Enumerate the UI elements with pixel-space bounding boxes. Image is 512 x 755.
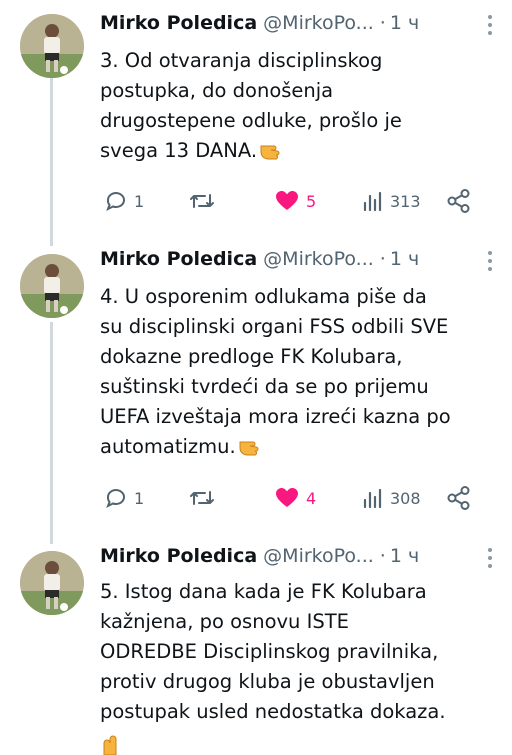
author-name[interactable]: Mirko Poledica bbox=[100, 545, 257, 567]
views-button[interactable]: 313 bbox=[362, 186, 421, 216]
thread-feed: Mirko Poledica @MirkoPo... · 1 ч 3. Od otva… bbox=[0, 0, 512, 755]
reply-button[interactable]: 1 bbox=[104, 186, 144, 216]
separator-dot: · bbox=[379, 545, 386, 567]
author-handle[interactable]: @MirkoPo... bbox=[263, 248, 374, 270]
more-icon[interactable] bbox=[482, 12, 498, 38]
share-icon bbox=[447, 486, 470, 510]
tweet-text-line: 4. U osporenim odlukama piše da bbox=[100, 285, 427, 308]
reply-count: 1 bbox=[134, 191, 145, 211]
share-button[interactable] bbox=[446, 483, 472, 513]
tweet-text-line: postupak usled nedostatka dokaza. bbox=[100, 700, 446, 723]
tweet-text-line: postupka, do donošenja bbox=[100, 79, 334, 102]
tweet-text-line: 5. Istog dana kada je FK Kolubara bbox=[100, 580, 427, 603]
share-icon bbox=[447, 189, 470, 213]
pointing-hand-emoji bbox=[103, 735, 117, 755]
views-icon bbox=[363, 488, 382, 509]
avatar[interactable] bbox=[20, 254, 84, 318]
reply-button[interactable]: 1 bbox=[104, 483, 144, 513]
tweet-text-line: ODREDBE Disciplinskog pravilnika, bbox=[100, 640, 439, 663]
action-bar: 1 5 313 bbox=[100, 186, 500, 216]
tweet-text: 4. U osporenim odlukama piše da su disci… bbox=[100, 282, 500, 462]
tweet-text-line: drugostepene odluke, prošlo je bbox=[100, 109, 402, 132]
retweet-icon bbox=[190, 194, 214, 208]
author-name[interactable]: Mirko Poledica bbox=[100, 248, 257, 270]
tweet[interactable]: Mirko Poledica @MirkoPo... · 1 ч 3. Od otva… bbox=[0, 6, 512, 236]
tweet-text-line: suštinski tvrdeći da se po prijemu bbox=[100, 375, 429, 398]
tweet-text-line: 3. Od otvaranja disciplinskog bbox=[100, 49, 383, 72]
share-button[interactable] bbox=[446, 186, 472, 216]
views-icon bbox=[363, 191, 382, 212]
like-button[interactable]: 5 bbox=[274, 186, 316, 216]
author-handle[interactable]: @MirkoPo... bbox=[263, 12, 374, 34]
more-icon[interactable] bbox=[482, 248, 498, 274]
more-icon[interactable] bbox=[482, 545, 498, 571]
tweet-text-line: kažnjena, po osnovu ISTE bbox=[100, 610, 349, 633]
views-count: 313 bbox=[390, 191, 421, 211]
tweet-text-line: svega 13 DANA. bbox=[100, 136, 500, 166]
retweet-button[interactable] bbox=[188, 186, 222, 216]
tweet-text-segment: svega 13 DANA. bbox=[100, 139, 258, 162]
like-count: 5 bbox=[306, 191, 317, 211]
tweet-header: Mirko Poledica @MirkoPo... · 1 ч bbox=[100, 248, 498, 278]
tweet-text: 5. Istog dana kada je FK Kolubara kažnje… bbox=[100, 577, 500, 727]
tweet-header: Mirko Poledica @MirkoPo... · 1 ч bbox=[100, 12, 498, 42]
tweet-header: Mirko Poledica @MirkoPo... · 1 ч bbox=[100, 545, 498, 575]
tweet[interactable]: Mirko Poledica @MirkoPo... · 1 ч 4. U ospor… bbox=[0, 248, 512, 528]
pointing-hand-emoji bbox=[260, 145, 280, 160]
timestamp[interactable]: 1 ч bbox=[390, 248, 419, 270]
tweet-text: 3. Od otvaranja disciplinskog postupka, … bbox=[100, 46, 500, 166]
tweet[interactable]: Mirko Poledica @MirkoPo... · 1 ч 5. Istog d… bbox=[0, 545, 512, 750]
avatar[interactable] bbox=[20, 14, 84, 78]
retweet-button[interactable] bbox=[188, 483, 222, 513]
tweet-text-line: dokazne predloge FK Kolubara, bbox=[100, 345, 403, 368]
like-icon bbox=[276, 488, 298, 507]
reply-icon bbox=[106, 192, 125, 212]
tweet-text-line: automatizmu. bbox=[100, 432, 500, 462]
action-bar: 1 4 308 bbox=[100, 483, 500, 513]
timestamp[interactable]: 1 ч bbox=[390, 545, 419, 567]
tweet-text-line: protiv drugog kluba je obustavljen bbox=[100, 670, 435, 693]
avatar[interactable] bbox=[20, 551, 84, 615]
retweet-icon bbox=[190, 491, 214, 505]
reply-icon bbox=[106, 489, 125, 509]
like-count: 4 bbox=[306, 488, 317, 508]
views-button[interactable]: 308 bbox=[362, 483, 421, 513]
separator-dot: · bbox=[379, 12, 386, 34]
tweet-text-segment: automatizmu. bbox=[100, 435, 236, 458]
reply-count: 1 bbox=[134, 488, 145, 508]
author-handle[interactable]: @MirkoPo... bbox=[263, 545, 374, 567]
timestamp[interactable]: 1 ч bbox=[390, 12, 419, 34]
tweet-text-line: su disciplinski organi FSS odbili SVE bbox=[100, 315, 449, 338]
separator-dot: · bbox=[379, 248, 386, 270]
like-icon bbox=[276, 191, 298, 210]
views-count: 308 bbox=[390, 488, 421, 508]
author-name[interactable]: Mirko Poledica bbox=[100, 12, 257, 34]
tweet-text-line: UEFA izveštaja mora izreći kazna po bbox=[100, 405, 451, 428]
pointing-hand-emoji bbox=[239, 441, 259, 456]
like-button[interactable]: 4 bbox=[274, 483, 316, 513]
